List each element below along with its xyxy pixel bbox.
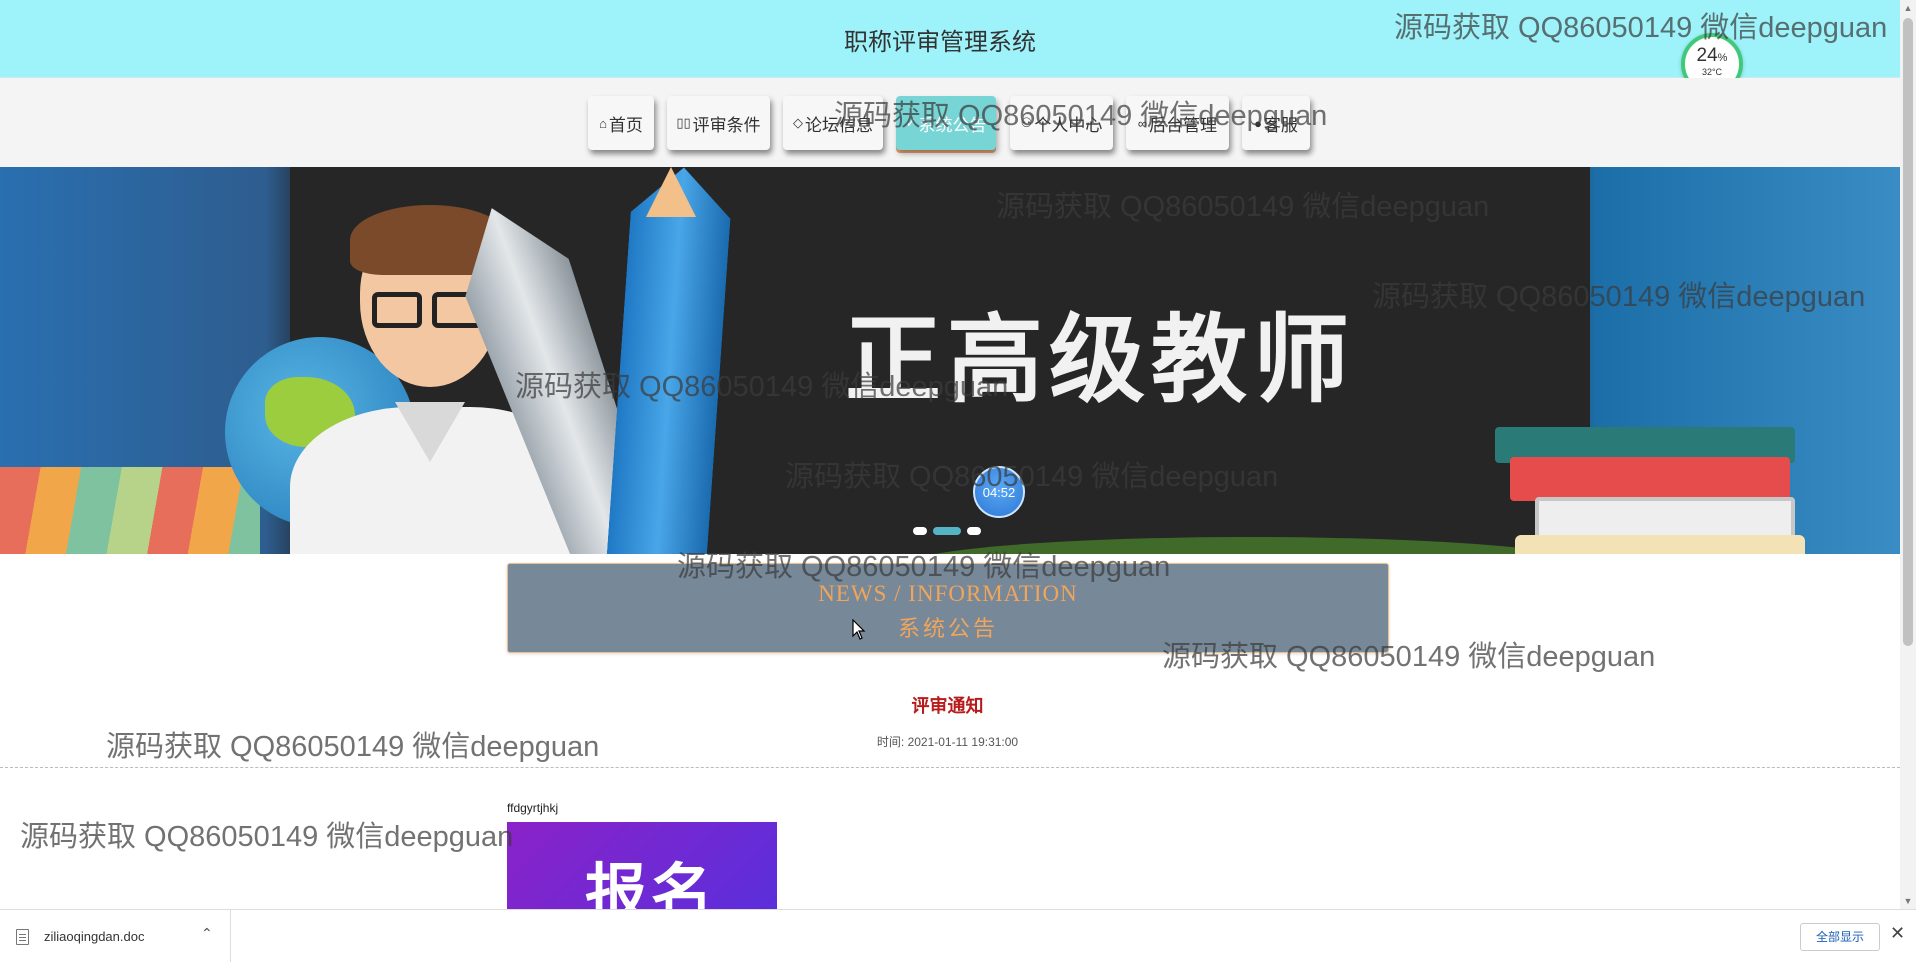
- carousel-dot[interactable]: [967, 527, 981, 535]
- nav-item-forum[interactable]: ◇ 论坛信息: [783, 96, 883, 150]
- nav-item-label: 系统公告: [918, 115, 987, 135]
- main-nav: ⌂ 首页 ▯▯ 评审条件 ◇ 论坛信息 ✓ 系统公告 ⚇ 个人中心 ∞ 后台管理 ● 客服: [0, 78, 1900, 167]
- banner-headline: 正高级教师: [845, 304, 1355, 416]
- article-title: 评审通知: [911, 696, 984, 716]
- mouse-cursor-icon: [852, 619, 866, 640]
- link-icon: ∞: [1137, 115, 1148, 131]
- article-time: 时间: 2021-01-11 19:31:00: [876, 735, 1019, 749]
- news-section-header: NEWS / INFORMATION 系统公告: [507, 563, 1389, 653]
- nav-item-label: 个人中心: [1034, 115, 1103, 135]
- book-stack-illustration: [1495, 307, 1805, 554]
- book-red: [1510, 457, 1790, 501]
- nav-item-label: 评审条件: [692, 115, 761, 135]
- article-body: ffdgyrtjhkj: [507, 801, 559, 815]
- nav-item-label: 论坛信息: [805, 115, 873, 135]
- nav-item-home[interactable]: ⌂ 首页: [588, 96, 654, 150]
- nav-item-label: 客服: [1263, 115, 1298, 135]
- nav-item-label: 后台管理: [1149, 115, 1218, 135]
- tag-icon: ◇: [793, 115, 803, 130]
- close-icon[interactable]: ✕: [1890, 923, 1905, 944]
- scroll-down-arrow-icon[interactable]: ▼: [1900, 893, 1916, 909]
- user-icon: ⚇: [1020, 115, 1033, 130]
- home-icon: ⌂: [599, 115, 607, 131]
- carousel-dot[interactable]: [913, 527, 927, 535]
- header-bar: 职称评审管理系统: [0, 0, 1900, 78]
- book-cream: [1515, 535, 1805, 554]
- nav-item-customer-service[interactable]: ● 客服: [1242, 96, 1310, 150]
- nav-item-announcements[interactable]: ✓ 系统公告: [896, 96, 996, 150]
- scroll-up-arrow-icon[interactable]: ▲: [1900, 0, 1916, 16]
- nav-item-personal-center[interactable]: ⚇ 个人中心: [1010, 96, 1113, 150]
- books-illustration: [0, 467, 260, 554]
- bell-icon: ✓: [905, 115, 917, 130]
- carousel-pagination: [913, 527, 981, 535]
- site-title: 职称评审管理系统: [844, 29, 1036, 56]
- nav-item-review-conditions[interactable]: ▯▯ 评审条件: [667, 96, 770, 150]
- divider: [0, 767, 1900, 768]
- nav-item-label: 首页: [608, 115, 643, 135]
- watermark: 源码获取 QQ86050149 微信deepguan: [20, 821, 514, 853]
- article-image-text: 报名: [585, 859, 718, 910]
- download-bar: ziliaoqingdan.doc ⌃ 全部显示 ✕: [0, 909, 1916, 962]
- widget-temperature: 32°C: [1701, 67, 1723, 77]
- chevron-up-icon[interactable]: ⌃: [201, 925, 213, 942]
- article-image: 报名: [507, 822, 777, 910]
- widget-percent: 24%: [1696, 45, 1728, 66]
- news-title-cn: 系统公告: [897, 616, 998, 641]
- page-scrollbar[interactable]: ▲ ▼: [1900, 0, 1916, 909]
- news-title-en: NEWS / INFORMATION: [818, 581, 1078, 606]
- show-all-downloads-button[interactable]: 全部显示: [1800, 923, 1880, 951]
- glasses-left: [372, 292, 422, 328]
- download-item[interactable]: ziliaoqingdan.doc ⌃: [0, 910, 231, 962]
- document-icon: [16, 928, 29, 945]
- chat-icon: ●: [1254, 115, 1262, 131]
- banner-carousel[interactable]: 正高级教师: [0, 167, 1900, 554]
- nav-item-admin[interactable]: ∞ 后台管理: [1126, 96, 1229, 150]
- carousel-dot-active[interactable]: [933, 527, 961, 535]
- download-file-name: ziliaoqingdan.doc: [44, 929, 145, 944]
- users-icon: ▯▯: [676, 115, 691, 130]
- screen-recorder-timer[interactable]: 04:52: [973, 466, 1025, 518]
- scroll-thumb[interactable]: [1903, 18, 1913, 646]
